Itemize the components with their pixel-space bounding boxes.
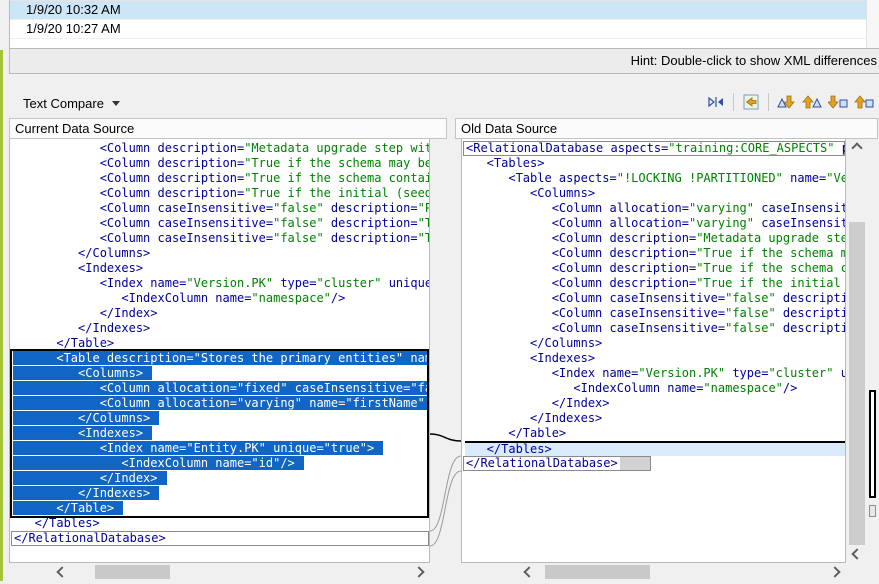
right-pane-header: Old Data Source [455,118,878,139]
code-line[interactable]: <Column caseInsensitive="false" descript… [465,291,845,306]
code-line[interactable]: </RelationalDatabase> [11,531,429,546]
copy-all-right-to-left-icon[interactable] [740,91,762,113]
code-line[interactable]: <Columns> [465,186,845,201]
toolbar-separator [733,93,734,111]
right-pane-title: Old Data Source [461,121,557,136]
diff-connector-line [430,471,461,546]
version-list-scrollbar[interactable] [866,0,879,48]
code-line[interactable]: <Column caseInsensitive="false" descript… [465,321,845,336]
next-change-icon[interactable] [827,91,849,113]
previous-change-icon[interactable] [853,91,875,113]
right-code-pane[interactable]: <RelationalDatabase aspects="training:CO… [461,139,846,563]
scroll-left-icon[interactable] [54,563,70,581]
compare-editor-window: 1/9/20 10:32 AM1/9/20 10:27 AM Hint: Dou… [0,0,879,584]
code-line[interactable]: </Table> [465,426,845,441]
diff-overview-ruler [868,139,879,563]
diff-change-marker [620,457,650,470]
code-line[interactable]: <Column description="True if the schema … [13,156,429,171]
code-line[interactable]: <Column caseInsensitive="false" descript… [13,231,429,246]
code-line[interactable]: <Column caseInsensitive="false" descript… [13,201,429,216]
code-line[interactable]: <Indexes> [13,426,429,441]
right-horizontal-scrollbar[interactable] [461,563,846,581]
code-line[interactable]: <Column allocation="varying" name="first… [13,396,429,411]
toolbar-separator [768,93,769,111]
code-line[interactable]: <Column caseInsensitive="false" descript… [465,306,845,321]
compare-mode-dropdown[interactable]: Text Compare [15,93,128,114]
code-line[interactable]: </Table> [13,336,429,351]
code-line[interactable]: <RelationalDatabase aspects="training:CO… [463,141,845,156]
diff-connector-gutter [430,139,461,563]
code-line[interactable]: </Index> [465,396,845,411]
code-line[interactable]: <Column description="True if the initial… [13,186,429,201]
code-line[interactable]: </Columns> [465,336,845,351]
code-line[interactable]: <Column allocation="varying" caseInsensi… [465,201,845,216]
swap-left-right-icon[interactable] [705,91,727,113]
code-line[interactable]: <Table aspects="!LOCKING !PARTITIONED" n… [465,171,845,186]
code-line[interactable]: </Tables> [465,441,845,456]
code-line[interactable]: </Index> [13,306,429,321]
code-line[interactable]: </Index> [13,471,429,486]
code-line[interactable]: <Column description="True if the initial… [465,276,845,291]
scroll-left-icon[interactable] [521,563,537,581]
scroll-down-icon[interactable] [846,545,868,563]
hint-bar: Hint: Double-click to show XML differenc… [9,48,879,74]
vertical-scrollbar[interactable] [846,139,868,563]
code-line[interactable]: <Column description="True if the schema … [465,246,845,261]
version-list[interactable]: 1/9/20 10:32 AM1/9/20 10:27 AM [9,0,867,49]
code-line[interactable]: <Index name="Version.PK" type="cluster" … [465,366,845,381]
code-line[interactable]: <Column caseInsensitive="false" descript… [13,216,429,231]
version-list-row[interactable]: 1/9/20 10:32 AM [10,1,867,20]
diff-connector-line [430,456,461,531]
compare-toolbar: Text Compare [9,88,879,118]
code-line[interactable]: <Index name="Version.PK" type="cluster" … [13,276,429,291]
right-hscroll-thumb[interactable] [545,565,650,579]
diff-marker-large[interactable] [869,390,876,498]
code-line[interactable]: <Table description="Stores the primary e… [13,351,429,366]
code-line[interactable]: <Column description="Metadata upgrade st… [465,231,845,246]
code-line[interactable]: </Columns> [13,411,429,426]
diff-marker-small[interactable] [869,505,876,517]
scroll-right-icon[interactable] [827,563,843,581]
scroll-up-icon[interactable] [846,139,868,157]
code-line[interactable]: </Indexes> [465,411,845,426]
code-line[interactable]: <Column description="True if the schema … [465,261,845,276]
hint-text: Hint: Double-click to show XML differenc… [631,53,877,68]
code-line[interactable]: <Column description="True if the schema … [13,171,429,186]
code-line[interactable]: <IndexColumn name="id"/> [13,456,429,471]
code-line[interactable]: <Index name="Entity.PK" unique="true"> [13,441,429,456]
compare-mode-label: Text Compare [23,96,104,111]
code-line[interactable]: <Indexes> [465,351,845,366]
version-list-row[interactable]: 1/9/20 10:27 AM [10,20,867,39]
code-line[interactable]: <Column description="Metadata upgrade st… [13,141,429,156]
code-line[interactable]: <Columns> [13,366,429,381]
left-pane-header: Current Data Source [9,118,447,139]
chevron-down-icon [112,101,120,106]
code-line[interactable]: <Indexes> [13,261,429,276]
code-line[interactable]: </Tables> [13,516,429,531]
left-hscroll-thumb[interactable] [95,565,170,579]
code-line[interactable]: <Column allocation="varying" caseInsensi… [465,216,845,231]
code-line[interactable]: <Tables> [465,156,845,171]
compare-toolbar-icons [705,91,875,113]
previous-difference-icon[interactable] [801,91,823,113]
scroll-right-icon[interactable] [411,563,427,581]
left-code-pane[interactable]: <Column description="Metadata upgrade st… [9,139,430,563]
code-line[interactable]: </Columns> [13,246,429,261]
code-line[interactable]: </Table> [13,501,429,516]
code-line[interactable]: <Column allocation="fixed" caseInsensiti… [13,381,429,396]
diff-connector-line [430,434,461,441]
left-pane-title: Current Data Source [15,121,134,136]
vertical-scrollbar-thumb[interactable] [849,222,865,545]
code-line[interactable]: </RelationalDatabase> [463,456,651,471]
left-horizontal-scrollbar[interactable] [9,563,430,581]
next-difference-icon[interactable] [775,91,797,113]
code-line[interactable]: <IndexColumn name="namespace"/> [465,381,845,396]
code-line[interactable]: <IndexColumn name="namespace"/> [13,291,429,306]
code-line[interactable]: </Indexes> [13,321,429,336]
editor-highlight-strip [0,50,3,584]
code-line[interactable]: </Indexes> [13,486,429,501]
